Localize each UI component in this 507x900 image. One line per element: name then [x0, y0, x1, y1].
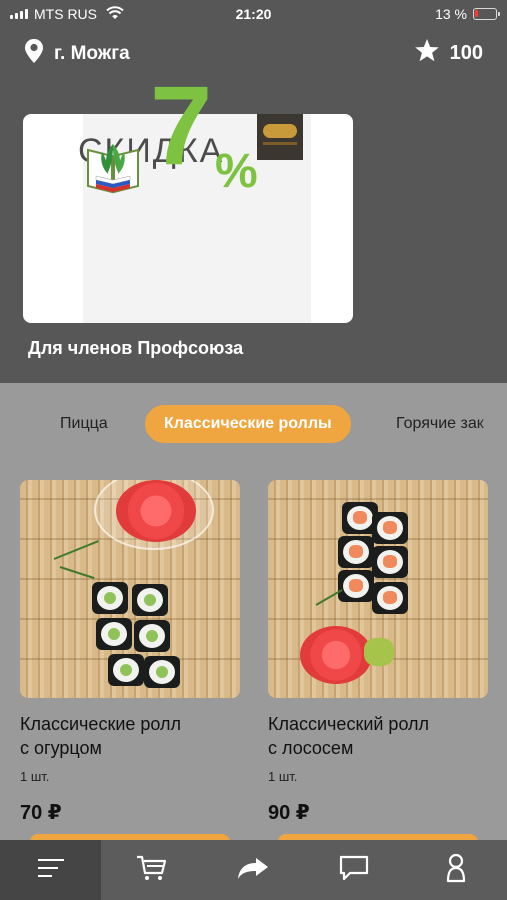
tabs-fade — [477, 383, 507, 463]
status-bar: MTS RUS 21:20 13 % — [0, 0, 507, 28]
tab-pizza[interactable]: Пицца — [60, 405, 108, 443]
nav-profile[interactable] — [404, 840, 507, 900]
product-image[interactable] — [268, 480, 488, 698]
product-price: 90 ₽ — [268, 802, 310, 824]
menu-icon — [37, 857, 65, 884]
product-title-line2: с огурцом — [20, 738, 102, 758]
product-quantity: 1 шт. — [20, 769, 50, 784]
nav-cart[interactable] — [101, 840, 202, 900]
bottom-nav — [0, 840, 507, 900]
product-quantity: 1 шт. — [268, 769, 298, 784]
clock: 21:20 — [235, 6, 272, 22]
profile-icon — [445, 853, 467, 888]
city-selector[interactable]: г. Можга — [24, 38, 130, 69]
nav-menu[interactable] — [0, 840, 101, 900]
product-title-line1: Классический ролл — [268, 714, 430, 734]
bonus-points[interactable]: 100 — [414, 38, 483, 68]
union-logo-icon — [84, 140, 142, 201]
product-card[interactable]: Классические ролл с огурцом 1 шт. 70 ₽ — [20, 480, 240, 844]
tab-classic-rolls[interactable]: Классические роллы — [145, 405, 351, 443]
tab-hot-snacks[interactable]: Горячие зак — [396, 405, 484, 443]
points-value: 100 — [449, 41, 483, 64]
promo-caption: Для членов Профсоюза — [28, 338, 244, 358]
product-price: 70 ₽ — [20, 802, 62, 824]
share-icon — [236, 856, 270, 885]
promo-number: 7 — [150, 63, 213, 188]
product-image[interactable] — [20, 480, 240, 698]
nav-chat[interactable] — [303, 840, 404, 900]
nav-share[interactable] — [202, 840, 303, 900]
city-name: г. Можга — [54, 42, 130, 64]
product-card[interactable]: Классический ролл с лососем 1 шт. 90 ₽ — [268, 480, 488, 844]
product-title-line2: с лососем — [268, 738, 354, 758]
star-icon — [414, 38, 440, 68]
cart-icon — [136, 854, 168, 887]
promo-percent: % — [215, 145, 258, 198]
location-pin-icon — [24, 38, 44, 69]
category-tabs: Пицца Классические роллы Горячие зак — [0, 383, 507, 463]
chat-icon — [338, 854, 370, 887]
product-title-line1: Классические ролл — [20, 714, 182, 734]
battery-percent: 13 % — [435, 6, 467, 22]
restaurant-logo — [257, 114, 303, 160]
battery-icon — [473, 8, 500, 20]
